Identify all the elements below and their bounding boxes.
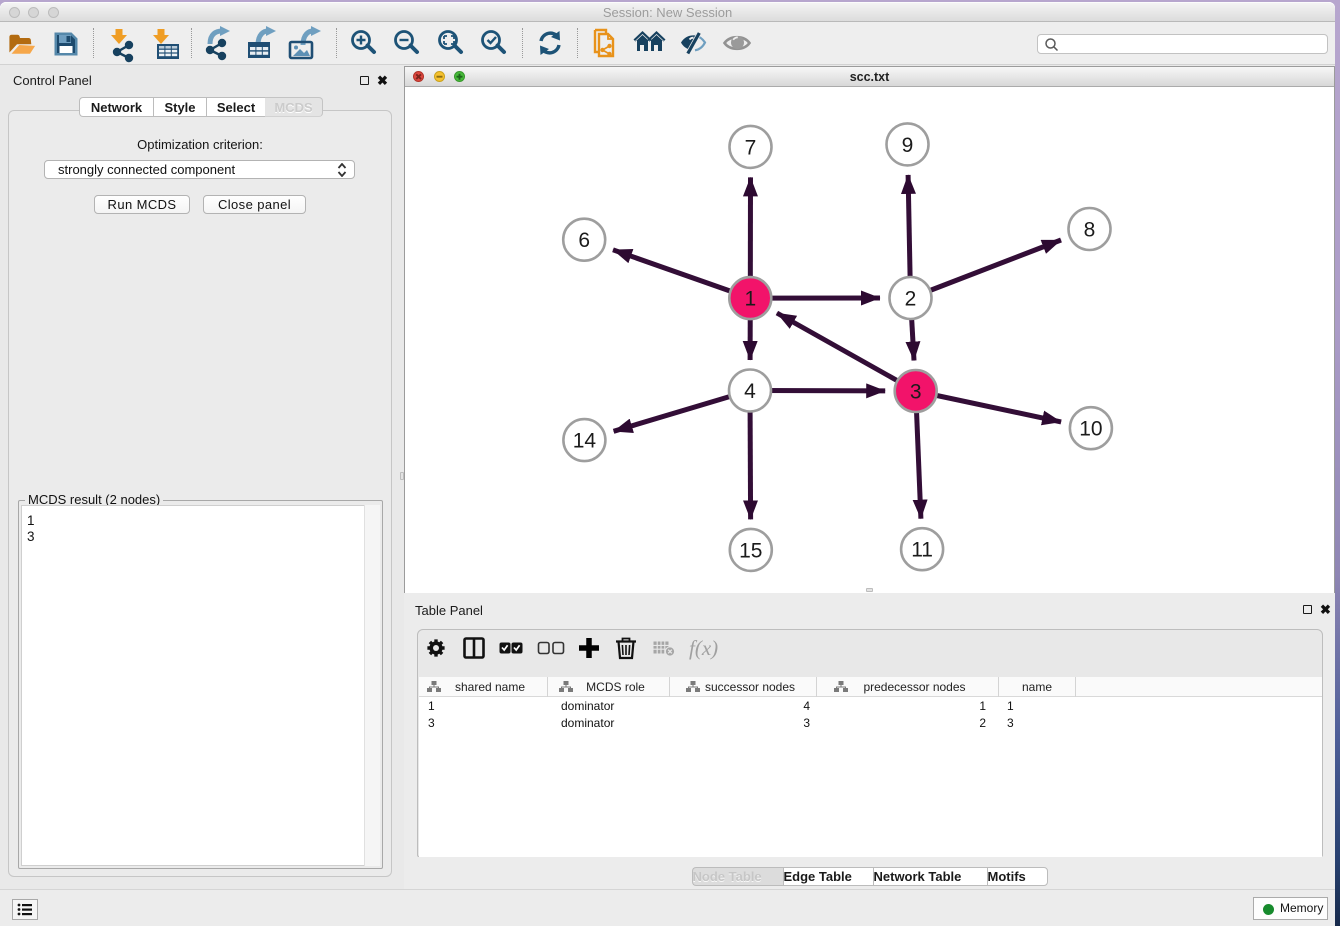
svg-text:2: 2 (905, 288, 917, 311)
svg-text:9: 9 (902, 134, 914, 157)
svg-text:3: 3 (910, 381, 922, 404)
svg-text:10: 10 (1079, 418, 1102, 441)
svg-text:15: 15 (739, 539, 762, 562)
svg-text:4: 4 (744, 380, 756, 403)
svg-text:1: 1 (744, 288, 756, 311)
svg-text:14: 14 (573, 430, 597, 453)
svg-text:8: 8 (1084, 219, 1096, 242)
svg-text:f(x): f(x) (689, 636, 718, 660)
svg-text:6: 6 (578, 229, 590, 252)
svg-text:7: 7 (745, 136, 757, 159)
svg-text:11: 11 (911, 539, 933, 562)
